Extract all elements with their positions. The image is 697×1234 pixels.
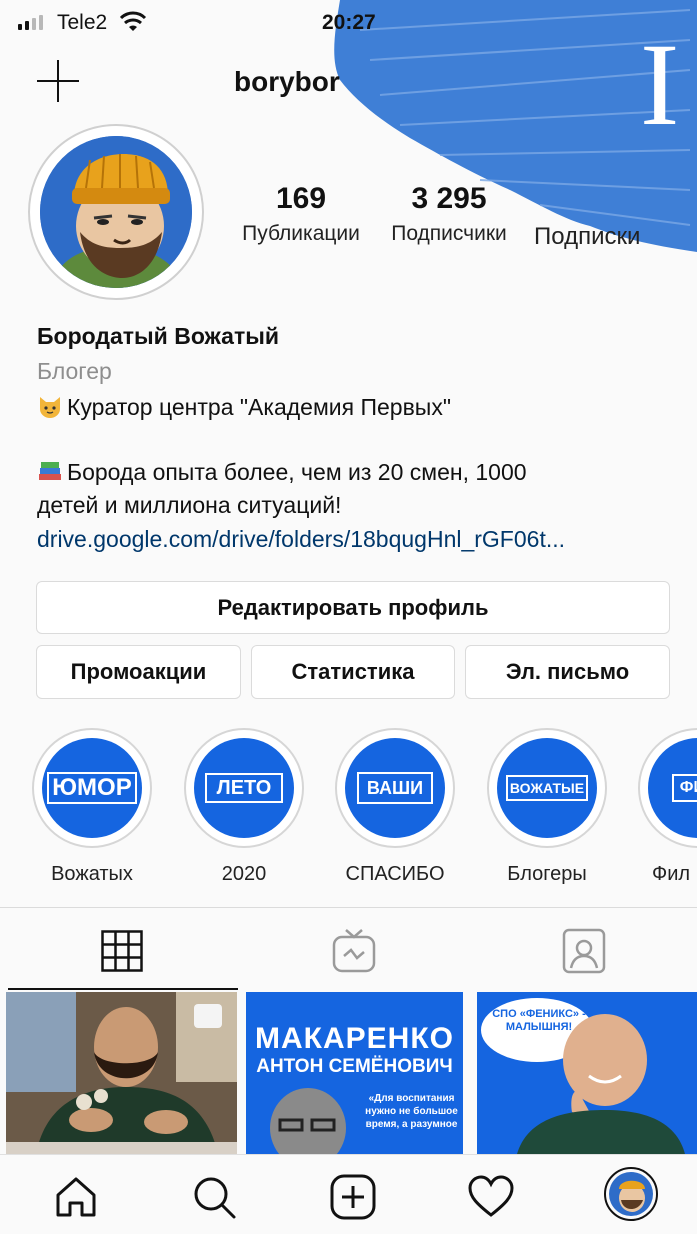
edit-profile-button[interactable]: Редактировать профиль — [36, 581, 670, 634]
highlight-cover-text: ВОЖАТЫЕ — [505, 775, 589, 801]
stat-posts[interactable]: 169 Публикации — [234, 182, 368, 246]
following-count — [534, 182, 684, 217]
books-emoji-icon — [39, 462, 61, 480]
phone-screen: { "status_bar": { "carrier": "Tele2", "t… — [0, 0, 697, 1234]
profile-tab-avatar[interactable] — [604, 1167, 658, 1221]
followers-label: Подписчики — [391, 222, 507, 245]
carrier-name: Tele2 — [57, 11, 108, 34]
search-icon[interactable] — [190, 1173, 238, 1221]
highlight-cover: ФИЛ — [638, 728, 697, 848]
highlight-cover-text: ЛЕТО — [204, 773, 284, 803]
highlight-thanks[interactable]: ВАШИ СПАСИБО — [335, 728, 455, 886]
highlight-films[interactable]: ФИЛ Фил — [638, 728, 697, 886]
profile-display-name: Бородатый Вожатый — [37, 323, 279, 349]
post-thumbnail-2[interactable]: МАКАРЕНКО АНТОН СЕМЁНОВИЧ «Для воспитани… — [246, 992, 463, 1154]
highlight-cover-text: ЮМОР — [47, 772, 137, 804]
highlight-cover: ВОЖАТЫЕ — [487, 728, 607, 848]
highlight-label: СПАСИБО — [345, 863, 445, 885]
profile-username[interactable]: borybor — [234, 66, 340, 98]
wifi-icon — [119, 11, 147, 31]
followers-count: 3 295 — [411, 182, 487, 215]
avatar-illustration — [40, 136, 192, 288]
bottom-navigation — [0, 1154, 697, 1234]
activity-heart-icon[interactable] — [467, 1173, 515, 1221]
bio-line-1: Куратор центра "Академия Первых" — [37, 393, 451, 421]
profile-category: Блогер — [37, 358, 112, 384]
posts-label: Публикации — [242, 222, 360, 245]
highlight-label: Фил — [652, 863, 691, 885]
highlight-bloggers[interactable]: ВОЖАТЫЕ Блогеры — [487, 728, 607, 886]
highlight-label: Блогеры — [507, 863, 587, 885]
cat-emoji-icon — [40, 397, 60, 418]
following-label: Подписки — [534, 223, 641, 250]
promotions-button[interactable]: Промоакции — [36, 645, 241, 699]
posts-count: 169 — [275, 182, 327, 215]
stat-following[interactable]: Подписки — [534, 182, 684, 251]
profile-tabs — [0, 907, 697, 991]
profile-avatar[interactable] — [28, 124, 204, 300]
email-button[interactable]: Эл. письмо — [465, 645, 670, 699]
bio-link[interactable]: drive.google.com/drive/folders/18bqugHnl… — [37, 526, 565, 553]
active-tab-indicator — [8, 988, 238, 990]
new-post-button[interactable] — [37, 60, 79, 102]
highlight-humor[interactable]: ЮМОР Вожатых — [32, 728, 152, 886]
grid-icon[interactable] — [101, 930, 143, 972]
bio-line-3: детей и миллиона ситуаций! — [37, 492, 342, 518]
igtv-icon[interactable] — [332, 928, 376, 974]
post-thumbnail-1[interactable] — [6, 992, 237, 1154]
new-post-icon[interactable] — [329, 1173, 377, 1221]
insights-button[interactable]: Статистика — [251, 645, 455, 699]
highlight-summer[interactable]: ЛЕТО 2020 — [184, 728, 304, 886]
post-bubble-text: СПО «ФЕНИКС» - МАЛЫШНЯ! — [492, 1008, 586, 1034]
post-portrait — [270, 1088, 346, 1154]
bio-line-2-text: Борода опыта более, чем из 20 смен, 1000 — [67, 459, 527, 485]
highlight-cover: ЛЕТО — [184, 728, 304, 848]
status-bar: Tele2 20:27 — [0, 0, 697, 46]
bio-line-2: Борода опыта более, чем из 20 смен, 1000 — [37, 458, 527, 486]
status-time: 20:27 — [322, 11, 376, 34]
highlight-cover: ЮМОР — [32, 728, 152, 848]
tagged-icon[interactable] — [562, 928, 606, 974]
post-quote: «Для воспитания нужно не большое время, … — [365, 1093, 458, 1130]
signal-icon — [18, 15, 43, 30]
bio-line-1-text: Куратор центра "Академия Первых" — [67, 394, 451, 420]
post-title-line-2: АНТОН СЕМЁНОВИЧ — [256, 1056, 453, 1077]
stat-followers[interactable]: 3 295 Подписчики — [382, 182, 516, 246]
post-title-line-1: МАКАРЕНКО — [255, 1022, 454, 1055]
home-icon[interactable] — [52, 1173, 100, 1221]
highlight-cover-text: ФИЛ — [671, 774, 697, 802]
post-thumbnail-3[interactable]: СПО «ФЕНИКС» - МАЛЫШНЯ! — [477, 992, 697, 1154]
highlight-label: Вожатых — [51, 863, 133, 885]
highlight-cover-text: ВАШИ — [356, 772, 434, 804]
highlight-cover: ВАШИ — [335, 728, 455, 848]
highlight-label: 2020 — [221, 863, 267, 885]
